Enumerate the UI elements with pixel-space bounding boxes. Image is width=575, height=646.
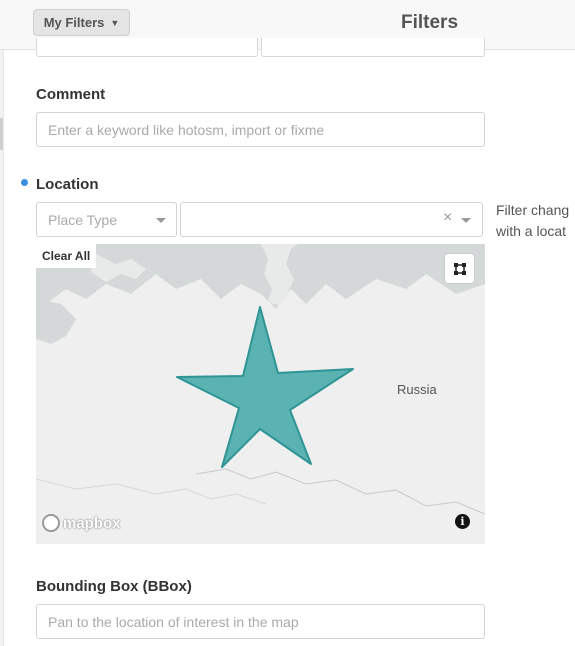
polygon-icon bbox=[453, 262, 466, 275]
my-filters-label: My Filters bbox=[43, 15, 105, 30]
comment-label: Comment bbox=[36, 86, 106, 103]
location-note-line-1: Filter chang bbox=[496, 202, 570, 218]
place-type-caret-icon[interactable] bbox=[156, 218, 166, 223]
bbox-label: Bounding Box (BBox) bbox=[36, 578, 192, 595]
comment-placeholder: Enter a keyword like hotosm, import or f… bbox=[48, 121, 325, 138]
clear-all-button[interactable]: Clear All bbox=[36, 244, 97, 268]
previous-field-left[interactable] bbox=[36, 38, 258, 57]
place-search-caret-icon[interactable] bbox=[461, 218, 471, 223]
draw-polygon-button[interactable] bbox=[444, 253, 475, 284]
info-icon[interactable]: i bbox=[455, 514, 470, 529]
mapbox-logo-text: mapbox bbox=[63, 514, 121, 532]
mapbox-logo[interactable]: mapbox bbox=[42, 514, 121, 532]
bbox-input[interactable]: Pan to the location of interest in the m… bbox=[36, 604, 485, 639]
previous-field-right[interactable] bbox=[261, 38, 485, 57]
mapbox-logo-icon bbox=[42, 514, 60, 532]
comment-input[interactable]: Enter a keyword like hotosm, import or f… bbox=[36, 112, 485, 147]
location-note: Filter chang with a locat bbox=[496, 200, 569, 242]
place-search-select[interactable] bbox=[180, 202, 483, 237]
page-title: Filters bbox=[401, 12, 459, 33]
left-scroll-marker bbox=[0, 118, 3, 150]
chevron-down-icon: ▼ bbox=[110, 17, 120, 28]
map-country-label: Russia bbox=[397, 382, 437, 397]
location-active-dot bbox=[21, 179, 28, 186]
my-filters-button[interactable]: My Filters ▼ bbox=[33, 9, 130, 36]
location-note-line-2: with a locat bbox=[496, 223, 567, 239]
clear-icon[interactable]: × bbox=[443, 209, 452, 227]
bbox-placeholder: Pan to the location of interest in the m… bbox=[48, 613, 299, 630]
location-label: Location bbox=[36, 176, 99, 193]
place-type-placeholder: Place Type bbox=[48, 211, 118, 228]
